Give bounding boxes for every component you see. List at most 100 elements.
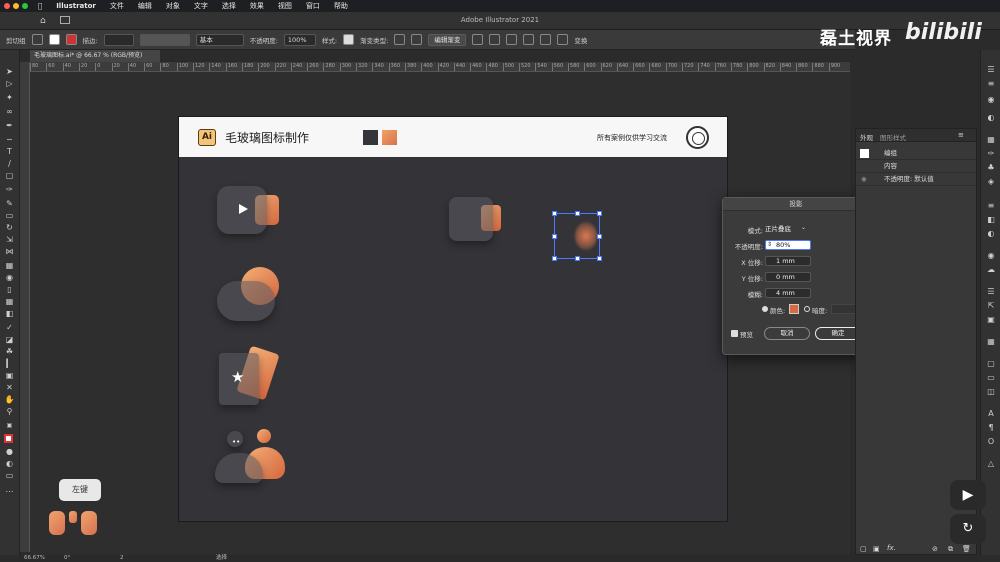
direct-selection-tool-icon[interactable]: ▷ — [4, 80, 15, 88]
tab-appearance[interactable]: 外观 — [860, 132, 873, 142]
blur-field[interactable]: 4 mm — [765, 288, 811, 298]
stroke-icon[interactable]: ≡ — [986, 202, 996, 210]
curvature-tool-icon[interactable]: ∽ — [4, 136, 15, 144]
pen-tool-icon[interactable]: ✒ — [4, 122, 15, 130]
align-icon[interactable]: ▭ — [986, 374, 996, 382]
transform-icon[interactable]: ▢ — [986, 360, 996, 368]
clear-appearance-icon[interactable]: ⊘ — [932, 545, 938, 553]
align-bottom-icon[interactable] — [557, 34, 569, 45]
video-glass-icon[interactable] — [215, 183, 290, 243]
add-stroke-icon[interactable]: ▢ — [860, 545, 867, 553]
visibility-eye-icon[interactable]: ◉ — [861, 173, 867, 186]
graphic-styles-icon[interactable]: ◈ — [986, 178, 996, 186]
close-window-icon[interactable] — [4, 3, 10, 9]
export-icon[interactable]: ⇱ — [986, 302, 996, 310]
color-mode-icon[interactable]: ● — [4, 448, 15, 456]
shaper-tool-icon[interactable]: ✎ — [4, 200, 15, 208]
gradient-tool-icon[interactable]: ◧ — [4, 310, 15, 318]
menu-type[interactable]: 文字 — [187, 0, 215, 12]
align-middle-icon[interactable] — [540, 34, 552, 45]
pathfinder-icon[interactable]: ◫ — [986, 388, 996, 396]
selection-handle[interactable] — [575, 211, 580, 216]
perspective-grid-tool-icon[interactable]: ▯ — [4, 286, 15, 294]
selection-handle[interactable] — [552, 234, 557, 239]
x-offset-field[interactable]: 1 mm — [765, 256, 811, 266]
menu-effect[interactable]: 效果 — [243, 0, 271, 12]
graphic-style-swatch[interactable] — [343, 34, 355, 45]
duplicate-item-icon[interactable]: ⧉ — [948, 545, 953, 554]
minimize-window-icon[interactable] — [13, 3, 19, 9]
stepper-icon[interactable]: ⇕ — [767, 241, 772, 248]
appearance-row-contents[interactable]: 内容 — [856, 160, 976, 173]
stroke-weight-field[interactable] — [103, 33, 134, 46]
grid-icon[interactable]: ▦ — [986, 338, 996, 346]
shape-builder-tool-icon[interactable]: ◉ — [4, 274, 15, 282]
radial-gradient-icon[interactable] — [411, 34, 423, 45]
screen-mode-icon[interactable]: ▭ — [4, 472, 15, 480]
column-graph-tool-icon[interactable]: ▎ — [4, 360, 15, 368]
character-icon[interactable]: A — [986, 410, 996, 418]
replay-icon[interactable]: ↻ — [950, 514, 986, 544]
delete-item-icon[interactable]: 🗑 — [962, 545, 971, 553]
variable-width-profile[interactable] — [139, 33, 190, 46]
transform-link[interactable]: 变换 — [574, 35, 587, 45]
isolate-group-icon[interactable] — [31, 34, 43, 45]
artboard[interactable]: Ai 毛玻璃图标制作 所有案例仅供学习交流 ★ •• — [178, 116, 728, 522]
vertical-ruler[interactable] — [20, 62, 30, 552]
artboards-icon[interactable]: ▣ — [986, 316, 996, 324]
mesh-tool-icon[interactable]: ▦ — [4, 298, 15, 306]
properties-icon[interactable]: ☰ — [986, 66, 996, 74]
eyedropper-tool-icon[interactable]: ✓ — [4, 324, 15, 332]
appearance-row-opacity[interactable]: ◉ 不透明度: 默认值 — [856, 173, 976, 186]
chevron-down-icon[interactable]: ⌄ — [801, 224, 806, 231]
star-glass-icon[interactable]: ★ — [215, 343, 290, 409]
menu-object[interactable]: 对象 — [159, 0, 187, 12]
zoom-window-icon[interactable] — [22, 3, 28, 9]
transparency-icon[interactable]: ◐ — [986, 230, 996, 238]
menu-file[interactable]: 文件 — [103, 0, 131, 12]
document-tab[interactable]: 毛玻璃图标.ai* @ 66.67 % (RGB/预览) — [30, 50, 160, 62]
default-fill-stroke-icon[interactable]: ▣ — [4, 422, 15, 430]
selection-handle[interactable] — [597, 234, 602, 239]
symbol-sprayer-tool-icon[interactable]: ☘ — [4, 348, 15, 356]
type-tool-icon[interactable]: T — [4, 148, 15, 156]
scale-tool-icon[interactable]: ⇲ — [4, 236, 15, 244]
cloud-glass-icon[interactable] — [215, 263, 290, 323]
line-tool-icon[interactable]: ∕ — [4, 160, 15, 168]
preview-checkbox[interactable] — [731, 330, 738, 337]
color-radio[interactable] — [762, 306, 768, 312]
zoom-tool-icon[interactable]: ⚲ — [4, 408, 15, 416]
brush-style-dropdown[interactable]: 基本 — [195, 33, 244, 46]
layers-icon[interactable]: ≡ — [986, 80, 996, 88]
eraser-tool-icon[interactable]: ▭ — [4, 212, 15, 220]
menu-window[interactable]: 窗口 — [299, 0, 327, 12]
rectangle-tool-icon[interactable]: ▢ — [4, 172, 15, 180]
cancel-button[interactable]: 取消 — [764, 327, 810, 340]
selection-tool-icon[interactable]: ➤ — [4, 68, 15, 76]
menu-help[interactable]: 帮助 — [327, 0, 355, 12]
gradient-icon[interactable]: ◧ — [986, 216, 996, 224]
linear-gradient-icon[interactable] — [394, 34, 406, 45]
blend-tool-icon[interactable]: ◪ — [4, 336, 15, 344]
menu-view[interactable]: 视图 — [271, 0, 299, 12]
libraries-icon[interactable]: ◉ — [986, 96, 996, 104]
selection-handle[interactable] — [552, 256, 557, 261]
opacity-field[interactable]: 100% — [283, 33, 316, 46]
fill-stroke-swatch[interactable] — [4, 434, 13, 443]
align-center-icon[interactable] — [489, 34, 501, 45]
more-tools-icon[interactable]: … — [4, 486, 15, 494]
menu-select[interactable]: 选择 — [215, 0, 243, 12]
panel-menu-icon[interactable]: ≡ — [958, 131, 964, 139]
selection-handle[interactable] — [552, 211, 557, 216]
selection-handle[interactable] — [597, 256, 602, 261]
selection-handle[interactable] — [575, 256, 580, 261]
align-left-icon[interactable] — [472, 34, 484, 45]
edit-gradient-button[interactable]: 编辑渐变 — [428, 33, 467, 46]
artboard-number[interactable]: 2 — [120, 555, 124, 562]
slice-tool-icon[interactable]: ✕ — [4, 384, 15, 392]
apple-icon[interactable]:  — [31, 0, 49, 12]
free-transform-tool-icon[interactable]: ▦ — [4, 262, 15, 270]
appearance-icon[interactable]: ◉ — [986, 252, 996, 260]
selection-handle[interactable] — [597, 211, 602, 216]
draw-mode-icon[interactable]: ◐ — [4, 460, 15, 468]
